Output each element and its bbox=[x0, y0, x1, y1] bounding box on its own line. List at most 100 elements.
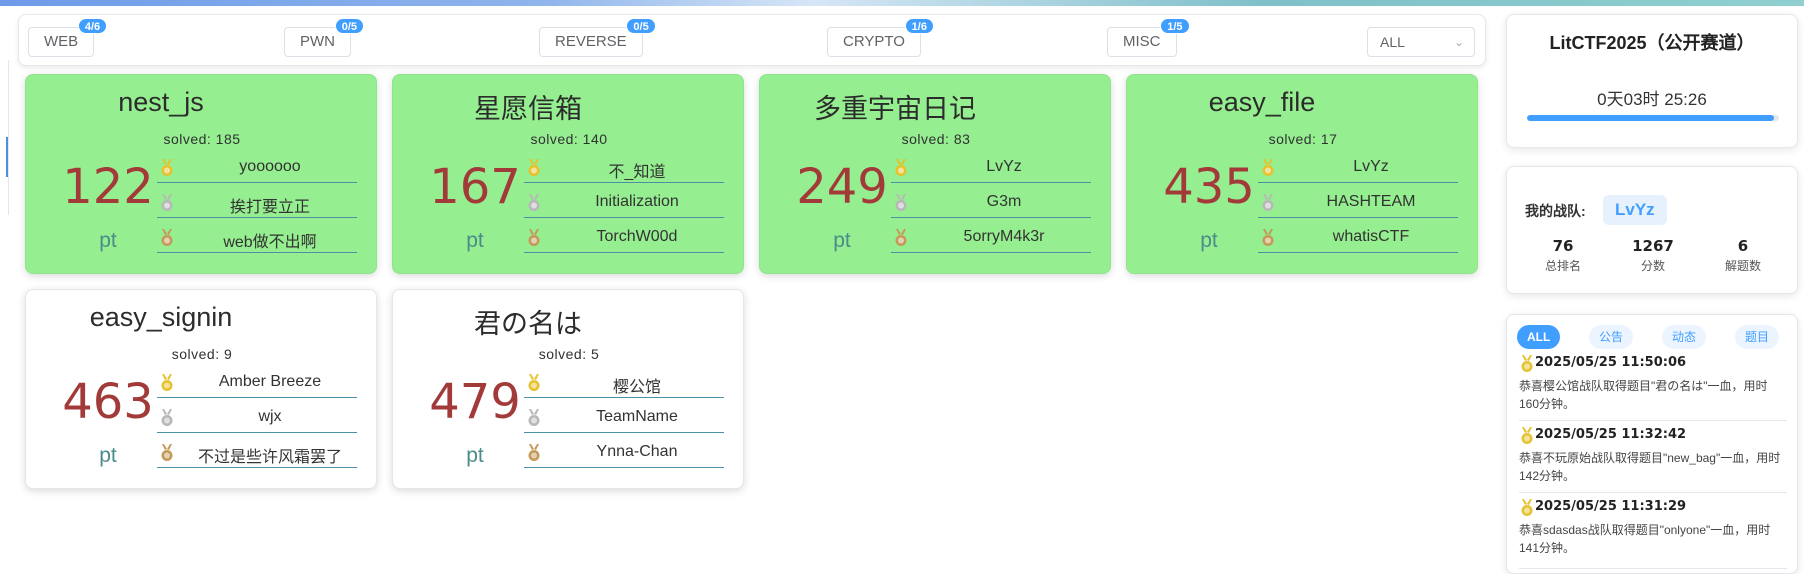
blood-rank-1: 不_知道 bbox=[524, 157, 724, 183]
blood-rank-1: LvYz bbox=[1258, 157, 1458, 183]
blood-team-name: yoooooo bbox=[239, 158, 301, 175]
feed-tab-challenges[interactable]: 题目 bbox=[1735, 325, 1780, 349]
challenge-card[interactable]: 多重宇宙日记 solved: 83 249 pt LvYz G3m 5orryM4k3r bbox=[759, 74, 1111, 274]
feed-tab-announcements[interactable]: 公告 bbox=[1589, 325, 1634, 349]
solved-count-badge: 0/5 bbox=[626, 18, 656, 34]
gold-medal-icon bbox=[526, 374, 542, 392]
stat-rank: 76 总排名 bbox=[1523, 237, 1603, 274]
feed-time-text: 2025/05/25 11:32:42 bbox=[1535, 427, 1687, 442]
blood-team-name: Ynna-Chan bbox=[596, 443, 678, 460]
feed-item-time: 2025/05/25 11:31:29 bbox=[1519, 499, 1787, 516]
time-progress-fill bbox=[1527, 115, 1774, 121]
blood-team-name: whatisCTF bbox=[1332, 228, 1410, 245]
solved-count-badge: 0/5 bbox=[334, 18, 364, 34]
tab-pwn[interactable]: PWN 0/5 bbox=[284, 18, 364, 57]
select-value: ALL bbox=[1380, 34, 1405, 50]
solved-count-badge: 1/5 bbox=[1160, 18, 1190, 34]
challenge-card[interactable]: nest_js solved: 185 122 pt yoooooo 挨打要立正 web做不… bbox=[25, 74, 377, 274]
challenge-card[interactable]: easy_signin solved: 9 463 pt Amber Breeze wjx… bbox=[25, 289, 377, 489]
stat-value: 1267 bbox=[1632, 237, 1674, 255]
category-select[interactable]: ALL ⌄ bbox=[1367, 27, 1475, 57]
stat-value: 76 bbox=[1552, 237, 1574, 255]
points-unit: pt bbox=[833, 229, 851, 252]
blood-team-name: wjx bbox=[258, 408, 282, 425]
blood-team-name: Initialization bbox=[595, 193, 679, 210]
my-team-label: 我的战队: bbox=[1525, 203, 1586, 219]
tab-label: REVERSE bbox=[555, 33, 627, 50]
feed-item: 2025/05/25 11:32:42 恭喜不玩原始战队取得题目"new_bag"… bbox=[1519, 427, 1787, 493]
bronze-medal-icon bbox=[526, 444, 542, 462]
countdown-timer: 0天03时 25:26 bbox=[1597, 90, 1707, 109]
blood-team-name: LvYz bbox=[986, 158, 1022, 175]
bronze-medal-icon bbox=[159, 444, 175, 462]
points-unit: pt bbox=[1200, 229, 1218, 252]
tab-crypto[interactable]: CRYPTO 1/6 bbox=[827, 18, 934, 57]
top-progress-strip bbox=[0, 0, 1804, 6]
bronze-medal-icon bbox=[893, 229, 909, 247]
tab-label: WEB bbox=[44, 33, 79, 50]
feed-tab-all[interactable]: ALL bbox=[1517, 325, 1561, 349]
blood-rank-1: yoooooo bbox=[157, 157, 357, 183]
challenge-points: 167 bbox=[429, 159, 521, 215]
feed-item-time: 2025/05/25 11:32:42 bbox=[1519, 427, 1787, 444]
challenge-points: 122 bbox=[62, 159, 154, 215]
tab-web[interactable]: WEB 4/6 bbox=[28, 18, 108, 57]
gold-medal-icon bbox=[159, 159, 175, 177]
blood-team-name: 挨打要立正 bbox=[229, 199, 310, 216]
tab-misc[interactable]: MISC 1/5 bbox=[1107, 18, 1190, 57]
gold-medal-icon bbox=[526, 159, 542, 177]
feed-tab-activity[interactable]: 动态 bbox=[1662, 325, 1707, 349]
blood-team-name: G3m bbox=[986, 193, 1022, 210]
stat-value: 6 bbox=[1737, 237, 1749, 255]
tab-reverse[interactable]: REVERSE 0/5 bbox=[539, 18, 656, 57]
blood-team-name: TorchW00d bbox=[596, 228, 678, 245]
challenge-points: 479 bbox=[429, 374, 521, 430]
challenge-name: 君の名は bbox=[474, 309, 582, 339]
points-unit: pt bbox=[99, 444, 117, 467]
blood-rank-3: 不过是些许风霜罢了 bbox=[157, 442, 357, 468]
feed-item: 2025/05/25 11:50:06 恭喜樱公馆战队取得题目"君の名は"一血，用… bbox=[1519, 355, 1787, 421]
blood-team-name: 不_知道 bbox=[608, 164, 666, 181]
blood-rank-2: G3m bbox=[891, 192, 1091, 218]
gold-medal-icon bbox=[159, 374, 175, 392]
feed-item: 2025/05/25 11:31:29 恭喜sdasdas战队取得题目"onlyo… bbox=[1519, 499, 1787, 569]
challenge-points: 435 bbox=[1163, 159, 1255, 215]
chevron-down-icon: ⌄ bbox=[1453, 35, 1464, 49]
silver-medal-icon bbox=[893, 194, 909, 212]
blood-team-name: 樱公馆 bbox=[612, 379, 661, 396]
sidebar-active-marker bbox=[6, 137, 8, 177]
challenge-name: 星愿信箱 bbox=[474, 94, 582, 124]
sidebar-edge bbox=[8, 60, 9, 215]
challenge-card[interactable]: easy_file solved: 17 435 pt LvYz HASHTEAM what… bbox=[1126, 74, 1478, 274]
solve-count: solved: 5 bbox=[538, 346, 600, 362]
blood-team-name: 5orryM4k3r bbox=[963, 228, 1045, 245]
bronze-medal-icon bbox=[526, 229, 542, 247]
blood-rank-1: Amber Breeze bbox=[157, 372, 357, 398]
my-team-panel: 我的战队: LvYz 76 总排名 1267 分数 6 解题数 bbox=[1506, 166, 1798, 294]
challenge-card[interactable]: 君の名は solved: 5 479 pt 樱公馆 TeamName Ynna-Chan bbox=[392, 289, 744, 489]
blood-team-name: TeamName bbox=[596, 408, 678, 425]
feed-item-text: 恭喜不玩原始战队取得题目"new_bag"一血，用时142分钟。 bbox=[1519, 451, 1781, 483]
time-progress-bar bbox=[1527, 115, 1779, 121]
blood-rank-3: whatisCTF bbox=[1258, 227, 1458, 253]
stat-solves: 6 解题数 bbox=[1703, 237, 1783, 274]
feed-item-time: 2025/05/25 11:50:06 bbox=[1519, 355, 1787, 372]
solve-count: solved: 140 bbox=[530, 131, 608, 147]
solve-count: solved: 83 bbox=[901, 131, 971, 147]
points-unit: pt bbox=[466, 444, 484, 467]
challenge-name: 多重宇宙日记 bbox=[814, 94, 976, 124]
blood-rank-3: TorchW00d bbox=[524, 227, 724, 253]
event-panel: LitCTF2025（公开赛道） 0天03时 25:26 bbox=[1506, 14, 1798, 148]
blood-rank-2: Initialization bbox=[524, 192, 724, 218]
points-unit: pt bbox=[466, 229, 484, 252]
gold-medal-icon bbox=[893, 159, 909, 177]
solve-count: solved: 185 bbox=[163, 131, 241, 147]
blood-team-name: LvYz bbox=[1353, 158, 1389, 175]
my-team-name[interactable]: LvYz bbox=[1603, 195, 1667, 225]
solved-count-badge: 1/6 bbox=[904, 18, 934, 34]
challenge-card[interactable]: 星愿信箱 solved: 140 167 pt 不_知道 Initialization To… bbox=[392, 74, 744, 274]
silver-medal-icon bbox=[526, 409, 542, 427]
feed-item-text: 恭喜sdasdas战队取得题目"onlyone"一血，用时141分钟。 bbox=[1519, 523, 1771, 555]
silver-medal-icon bbox=[1260, 194, 1276, 212]
news-feed-panel: ALL 公告 动态 题目 2025/05/25 11:50:06 恭喜樱公馆战队取… bbox=[1506, 314, 1798, 574]
